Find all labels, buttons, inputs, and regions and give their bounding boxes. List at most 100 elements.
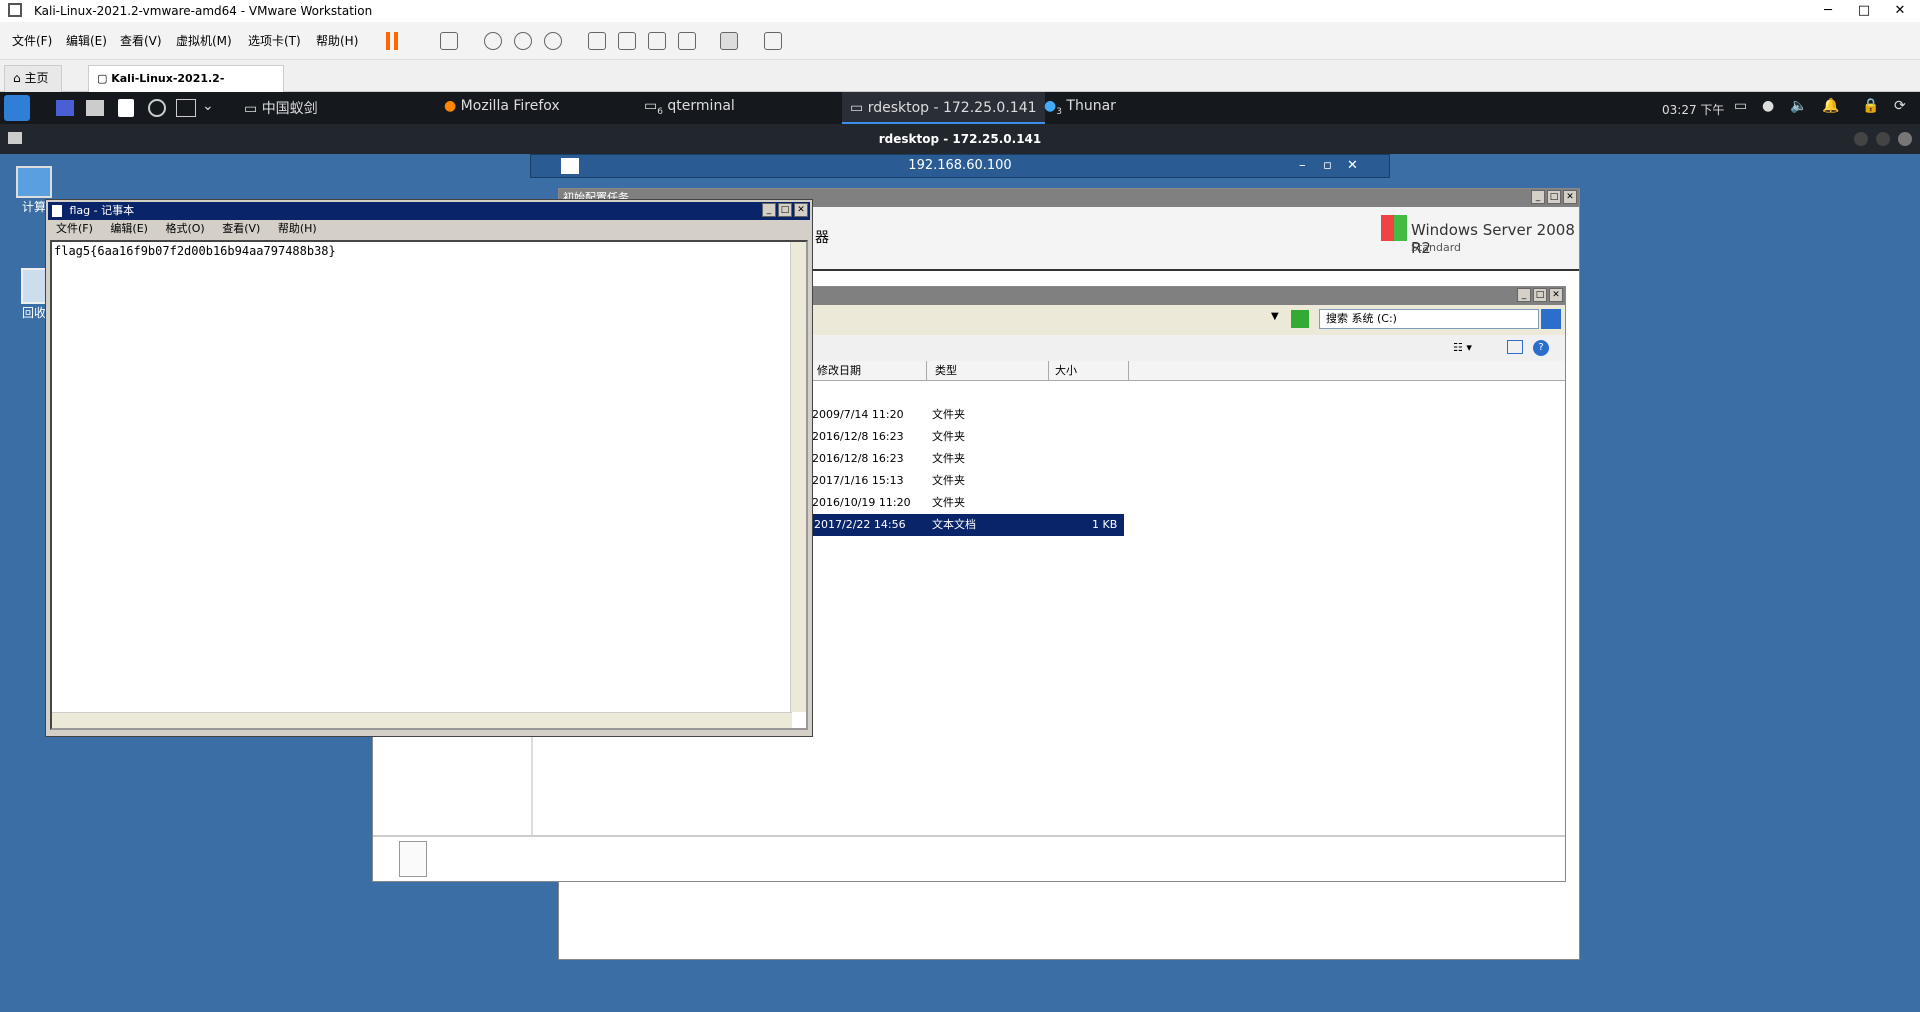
minimize-button[interactable]: _ — [1517, 288, 1531, 302]
connection-ip: 192.168.60.100 — [908, 158, 1012, 173]
task-antsword-label: 中国蚁剑 — [261, 101, 318, 117]
close-button[interactable]: ✕ — [1563, 190, 1577, 204]
sidebar-toggle-icon[interactable] — [588, 32, 606, 50]
maximize-button[interactable]: □ — [778, 203, 792, 217]
menu-format[interactable]: 格式(O) — [165, 222, 204, 235]
refresh-icon[interactable] — [1291, 310, 1309, 328]
pause-icon[interactable] — [386, 32, 390, 50]
close-button[interactable]: ✕ — [1549, 288, 1563, 302]
menu-vm[interactable]: 虚拟机(M) — [176, 32, 232, 49]
console-icon[interactable] — [720, 32, 738, 50]
task-qterminal-label: qterminal — [667, 98, 735, 114]
file-manager-icon[interactable] — [86, 100, 104, 116]
notepad-content[interactable]: flag5{6aa16f9b07f2d00b16b94aa797488b38} — [52, 242, 806, 260]
search-icon[interactable] — [1541, 309, 1561, 329]
manage-snapshots-icon[interactable] — [544, 32, 562, 50]
minimize-button[interactable]: – — [1299, 155, 1306, 177]
task-thunar[interactable]: ●3 Thunar — [1044, 98, 1116, 117]
show-desktop-icon[interactable] — [56, 100, 74, 116]
minimize-button[interactable] — [1854, 132, 1868, 146]
panel-clock[interactable]: 03:27 下午 — [1662, 101, 1724, 118]
volume-icon[interactable]: 🔈 — [1790, 98, 1807, 114]
terminal-icon[interactable] — [176, 99, 196, 117]
vmware-tabbar: ⌂ 主页 ▢ Kali-Linux-2021.2-vmwar... ✕ — [0, 60, 1920, 110]
list-item[interactable]: 2016/10/19 11:20 文件夹 — [812, 492, 965, 514]
task-rdesktop[interactable]: ▭ rdesktop - 172.25.0.141 — [842, 92, 1045, 124]
notepad-window[interactable]: flag - 记事本 _ □ ✕ 文件(F) 编辑(E) 格式(O) 查看(V)… — [46, 200, 812, 736]
thunar-icon: ● — [1044, 98, 1057, 114]
chevron-down-icon[interactable]: ▼ — [1271, 311, 1279, 322]
kali-menu-icon[interactable] — [4, 95, 30, 121]
horizontal-scrollbar[interactable] — [52, 712, 792, 728]
menu-edit[interactable]: 编辑(E) — [66, 32, 107, 49]
menu-file[interactable]: 文件(F) — [12, 32, 52, 49]
list-item[interactable]: 2016/12/8 16:23 文件夹 — [812, 426, 965, 448]
window-title: Kali-Linux-2021.2-vmware-amd64 - VMware … — [34, 4, 373, 18]
kali-panel: ⌄ ▭ 中国蚁剑 ● Mozilla Firefox ▭6 qterminal … — [0, 92, 1920, 124]
maximize-button[interactable]: □ — [1547, 190, 1561, 204]
notepad-icon — [52, 205, 62, 217]
tab-home[interactable]: ⌂ 主页 — [4, 65, 62, 92]
power-icon[interactable]: ⟳ — [1894, 98, 1906, 114]
vertical-scrollbar[interactable] — [790, 242, 806, 712]
stretch-icon[interactable] — [764, 32, 782, 50]
chevron-down-icon[interactable]: ⌄ — [202, 98, 214, 114]
menu-tabs[interactable]: 选项卡(T) — [248, 32, 301, 49]
list-item[interactable]: 2009/7/14 11:20 文件夹 — [812, 404, 965, 426]
minimize-button[interactable]: _ — [762, 203, 776, 217]
column-headers: 修改日期 类型 大小 — [813, 361, 1565, 381]
view-options-icon[interactable]: ☷ ▾ — [1453, 341, 1472, 354]
restore-button[interactable]: ▫ — [1323, 155, 1332, 177]
notification-bell-icon[interactable]: 🔔 — [1822, 98, 1839, 114]
window-menu-icon[interactable] — [8, 132, 22, 144]
minimize-button[interactable]: _ — [1531, 190, 1545, 204]
close-button[interactable]: ✕ — [1886, 0, 1914, 22]
monitor-icon[interactable]: ▭ — [1734, 98, 1747, 114]
maximize-button[interactable]: □ — [1533, 288, 1547, 302]
send-keys-icon[interactable] — [440, 32, 458, 50]
network-icon[interactable]: ● — [1762, 98, 1774, 114]
fullscreen-icon[interactable] — [648, 32, 666, 50]
list-item[interactable]: 2017/1/16 15:13 文件夹 — [812, 470, 965, 492]
revert-snapshot-icon[interactable] — [514, 32, 532, 50]
qterminal-count-badge: 6 — [657, 106, 663, 117]
navigation-pane[interactable] — [373, 731, 533, 835]
unity-icon[interactable] — [678, 32, 696, 50]
recycle-bin-icon — [21, 268, 47, 304]
pin-icon[interactable] — [561, 158, 579, 174]
notepad-textarea[interactable]: flag5{6aa16f9b07f2d00b16b94aa797488b38} — [50, 240, 808, 730]
maximize-button[interactable] — [1876, 132, 1890, 146]
column-size[interactable]: 大小 — [1053, 361, 1129, 381]
close-button[interactable]: ✕ — [794, 203, 808, 217]
help-icon[interactable]: ? — [1533, 340, 1549, 356]
menu-view[interactable]: 查看(V) — [120, 32, 162, 49]
task-qterminal[interactable]: ▭6 qterminal — [644, 98, 735, 117]
lock-icon[interactable]: 🔒 — [1862, 98, 1879, 114]
task-firefox[interactable]: ● Mozilla Firefox — [444, 98, 560, 114]
thumbnail-icon[interactable] — [618, 32, 636, 50]
task-antsword[interactable]: ▭ 中国蚁剑 — [244, 98, 318, 118]
menu-help[interactable]: 帮助(H) — [316, 32, 358, 49]
thunar-count-badge: 3 — [1056, 106, 1062, 117]
desktop-icon-label: 计算 — [21, 200, 46, 214]
browser-icon[interactable] — [148, 99, 166, 117]
preview-pane-icon[interactable] — [1507, 340, 1523, 354]
notepad-menubar: 文件(F) 编辑(E) 格式(O) 查看(V) 帮助(H) — [48, 220, 810, 238]
menu-edit[interactable]: 编辑(E) — [110, 222, 148, 235]
maximize-button[interactable]: □ — [1850, 0, 1878, 22]
list-item[interactable]: 2016/12/8 16:23 文件夹 — [812, 448, 965, 470]
close-button[interactable] — [1898, 132, 1912, 146]
menu-file[interactable]: 文件(F) — [56, 222, 93, 235]
column-date[interactable]: 修改日期 — [815, 361, 927, 381]
menu-help[interactable]: 帮助(H) — [278, 222, 317, 235]
minimize-button[interactable]: ─ — [1814, 0, 1842, 22]
close-button[interactable]: ✕ — [1347, 155, 1358, 177]
menu-view[interactable]: 查看(V) — [222, 222, 260, 235]
tab-vm[interactable]: ▢ Kali-Linux-2021.2-vmwar... ✕ — [88, 65, 284, 110]
text-editor-icon[interactable] — [118, 99, 134, 117]
list-item-selected[interactable]: 2017/2/22 14:56 文本文档 1 KB — [812, 514, 1124, 536]
column-type[interactable]: 类型 — [933, 361, 1049, 381]
search-input[interactable]: 搜索 系统 (C:) — [1319, 309, 1539, 329]
task-firefox-label: Mozilla Firefox — [460, 98, 560, 114]
snapshot-icon[interactable] — [484, 32, 502, 50]
